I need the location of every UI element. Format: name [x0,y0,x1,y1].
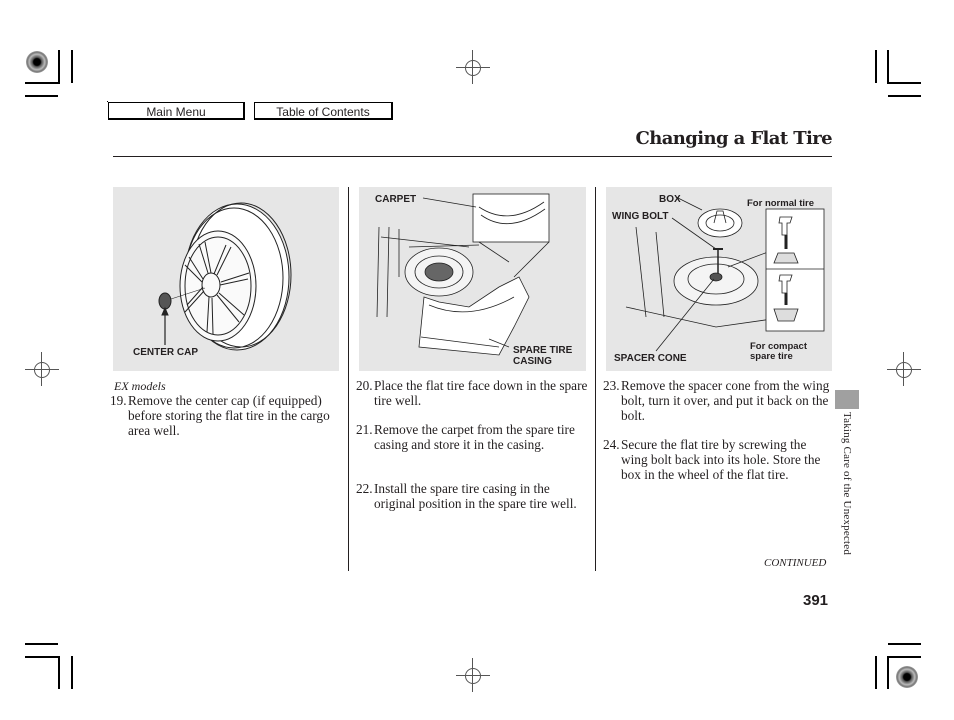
crop-mark [58,50,60,83]
step-21: 21. Remove the carpet from the spare tir… [356,422,588,453]
callout-wing-bolt: WING BOLT [612,211,669,222]
page-number: 391 [803,592,829,609]
main-menu-button[interactable]: Main Menu [108,102,245,120]
column-divider [595,187,596,571]
crop-mark [25,95,58,97]
step-text: Remove the carpet from the spare tire ca… [374,422,575,452]
callout-spacer-cone: SPACER CONE [614,353,687,364]
crop-mark [875,656,877,689]
step-text: Install the spare tire casing in the ori… [374,481,577,511]
table-of-contents-button[interactable]: Table of Contents [254,102,393,120]
step-number: 19. [110,393,127,408]
section-tab-marker [835,390,859,409]
callout-line: spare tire [750,351,793,362]
step-20: 20. Place the flat tire face down in the… [356,378,588,409]
callout-line: CASING [513,356,552,367]
step-22: 22. Install the spare tire casing in the… [356,481,588,512]
figure-wing-bolt: BOX WING BOLT For normal tire For compac… [606,187,832,371]
crop-mark [71,50,73,83]
step-text: Secure the flat tire by screwing the win… [621,437,821,482]
callout-line: SPARE TIRE [513,345,573,356]
step-number: 20. [356,378,373,393]
color-target-icon [896,666,918,688]
casing-illustration [376,193,550,356]
page-title: Changing a Flat Tire [635,128,833,149]
crop-mark [25,643,58,645]
crop-mark [71,656,73,689]
crop-mark [887,50,889,83]
callout-carpet: CARPET [375,194,417,205]
crop-mark [58,656,60,689]
step-number: 23. [603,378,620,393]
crop-mark [888,643,921,645]
crop-mark [25,656,60,658]
step-23: 23. Remove the spacer cone from the wing… [603,378,835,423]
callout-center-cap: CENTER CAP [133,347,199,358]
crop-mark [887,656,889,689]
crop-mark [887,82,921,84]
crop-mark [887,656,921,658]
step-text: Place the flat tire face down in the spa… [374,378,588,408]
callout-for-compact-spare-tire: For compact spare tire [750,342,807,362]
callout-box: BOX [659,194,681,205]
crop-mark [25,82,60,84]
step-number: 22. [356,481,373,496]
step-text: Remove the center cap (if equipped) befo… [128,393,330,438]
wheel-illustration [158,202,292,351]
step-19: 19. Remove the center cap (if equipped) … [110,393,342,438]
step-text: Remove the spacer cone from the wing bol… [621,378,830,423]
step-number: 24. [603,437,620,452]
section-tab-label: Taking Care of the Unexpected [841,412,853,556]
callout-spare-tire-casing: SPARE TIRE CASING [513,345,572,367]
step-number: 21. [356,422,373,437]
crop-mark [888,95,921,97]
model-note: EX models [114,379,166,393]
color-target-icon [26,51,48,73]
figure-center-cap: CENTER CAP [113,187,339,371]
column-divider [348,187,349,571]
callout-for-normal-tire: For normal tire [747,198,815,209]
figure-spare-tire-casing: CARPET SPARE TIRE CASING [359,187,586,371]
step-24: 24. Secure the flat tire by screwing the… [603,437,835,482]
crop-mark [875,50,877,83]
continued-label: CONTINUED [764,557,827,569]
title-rule [113,156,832,157]
